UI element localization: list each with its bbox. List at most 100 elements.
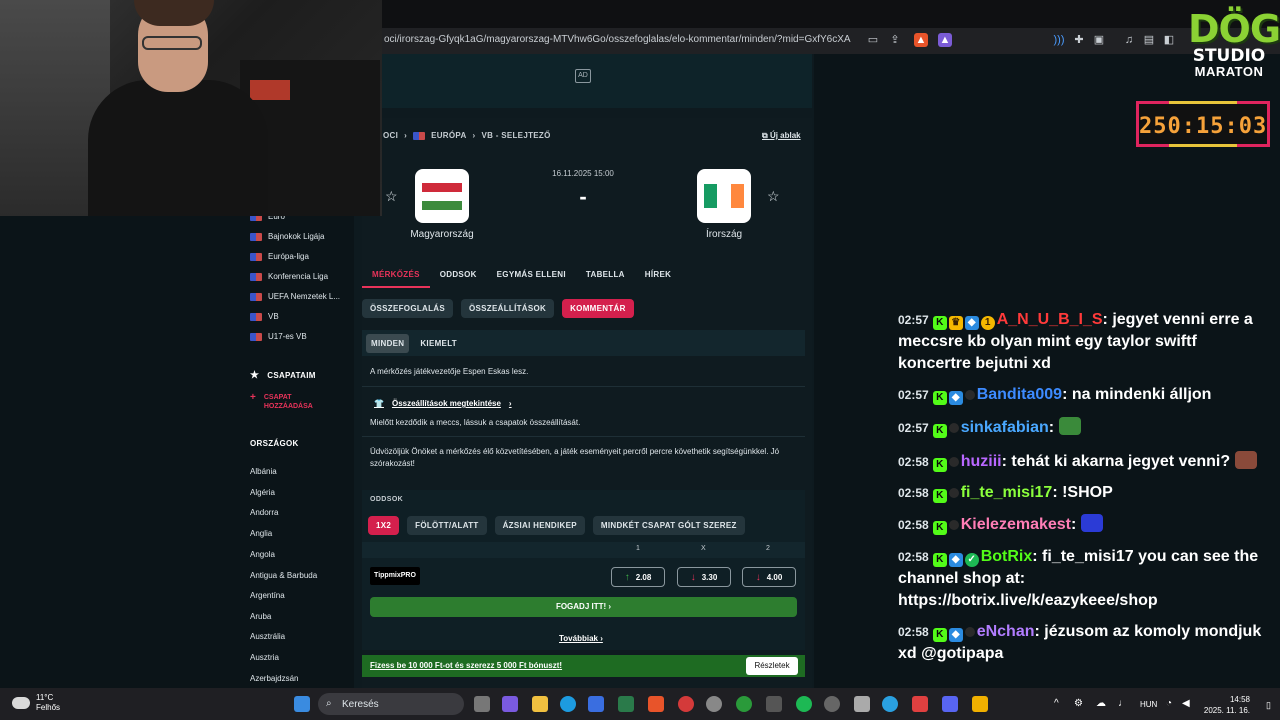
add-team-button[interactable]: + CSAPAT HOZZÁADÁSA bbox=[250, 393, 313, 411]
breadcrumb-item[interactable]: OCI bbox=[383, 131, 398, 140]
odd-away-button[interactable]: ↓ 4.00 bbox=[742, 567, 796, 587]
search-input[interactable] bbox=[318, 693, 464, 715]
nav-league-conference[interactable]: Konferencia Liga bbox=[250, 272, 328, 281]
extensions-icon[interactable]: ✚ bbox=[1072, 33, 1086, 47]
volume-icon[interactable]: ◀ bbox=[1182, 698, 1190, 709]
country-link[interactable]: Andorra bbox=[250, 508, 278, 517]
europe-flag-icon bbox=[250, 272, 262, 281]
obs-icon[interactable] bbox=[824, 696, 840, 712]
home-team-name[interactable]: Magyarország bbox=[400, 229, 484, 240]
country-link[interactable]: Algéria bbox=[250, 488, 275, 497]
cast-icon[interactable]: ▭ bbox=[866, 33, 880, 47]
media-icon[interactable]: ♫ bbox=[1122, 33, 1136, 47]
wifi-icon[interactable]: ◔ bbox=[1166, 698, 1172, 709]
match-date: 16.11.2025 15:00 bbox=[552, 169, 614, 178]
subtab-commentary[interactable]: KOMMENTÁR bbox=[562, 299, 634, 318]
nav-league-europa[interactable]: Európa-liga bbox=[250, 252, 309, 261]
away-team-name[interactable]: Írország bbox=[690, 229, 758, 240]
settings-icon[interactable] bbox=[706, 696, 722, 712]
browser-tab-strip bbox=[382, 0, 1280, 28]
address-bar[interactable]: oci/irorszag-Gfyqk1aG/magyarorszag-MTVhw… bbox=[382, 28, 1280, 54]
tray-icon[interactable]: ⚙ bbox=[1074, 698, 1083, 709]
notification-icon[interactable]: ▯ bbox=[1266, 700, 1271, 711]
country-link[interactable]: Azerbajdzsán bbox=[250, 674, 298, 683]
rockstar-icon[interactable] bbox=[972, 696, 988, 712]
promo-details-button[interactable]: Részletek bbox=[746, 657, 798, 675]
cloud-tray-icon[interactable]: ☁ bbox=[1096, 698, 1106, 709]
tab-table[interactable]: TABELLA bbox=[576, 264, 635, 288]
sub-badge-icon: ◆ bbox=[948, 628, 963, 642]
brave-shield-icon[interactable]: ▲ bbox=[914, 33, 928, 47]
bet-here-button[interactable]: FOGADJ ITT! › bbox=[370, 597, 797, 617]
file-explorer-icon[interactable] bbox=[532, 696, 548, 712]
odds-tab-over-under[interactable]: FÖLÖTT/ALATT bbox=[407, 516, 487, 535]
country-link[interactable]: Anglia bbox=[250, 529, 272, 538]
start-icon[interactable] bbox=[294, 696, 310, 712]
weather-widget[interactable]: 11°C Felhős bbox=[12, 693, 60, 713]
brave-icon[interactable] bbox=[648, 696, 664, 712]
more-odds-link[interactable]: Továbbiak › bbox=[559, 634, 603, 643]
odds-tab-1x2[interactable]: 1X2 bbox=[368, 516, 400, 535]
calculator-icon[interactable] bbox=[854, 696, 870, 712]
odds-tab-btts[interactable]: MINDKÉT CSAPAT GÓLT SZEREZ bbox=[592, 516, 745, 535]
share-icon[interactable]: ⇪ bbox=[888, 33, 902, 47]
tab-news[interactable]: HÍREK bbox=[635, 264, 681, 288]
country-link[interactable]: Angola bbox=[250, 550, 275, 559]
timer-bar bbox=[1169, 101, 1237, 104]
nav-league-nations[interactable]: UEFA Nemzetek L... bbox=[250, 292, 340, 301]
system-clock[interactable]: 14:58 2025. 11. 16. bbox=[1202, 694, 1250, 716]
tab-h2h[interactable]: EGYMÁS ELLENI bbox=[487, 264, 576, 288]
country-link[interactable]: Ausztria bbox=[250, 653, 279, 662]
away-team-logo[interactable] bbox=[697, 169, 751, 223]
reading-list-icon[interactable]: ▤ bbox=[1142, 33, 1156, 47]
app-icon[interactable] bbox=[912, 696, 928, 712]
brave-rewards-icon[interactable]: ▲ bbox=[938, 33, 952, 47]
country-link[interactable]: Antigua & Barbuda bbox=[250, 571, 317, 580]
nav-league-u17[interactable]: U17-es VB bbox=[250, 332, 307, 341]
country-link[interactable]: Aruba bbox=[250, 612, 271, 621]
nav-league-champions[interactable]: Bajnokok Ligája bbox=[250, 232, 324, 241]
filter-highlighted[interactable]: KIEMELT bbox=[415, 334, 462, 353]
favorite-home-star-icon[interactable]: ☆ bbox=[385, 188, 398, 205]
new-window-link[interactable]: ⧉ Új ablak bbox=[762, 131, 801, 141]
excel-icon[interactable] bbox=[618, 696, 634, 712]
odds-tab-asian-handicap[interactable]: ÁZSIAI HENDIKEP bbox=[494, 516, 585, 535]
odd-home-button[interactable]: ↑ 2.08 bbox=[611, 567, 665, 587]
language-indicator[interactable]: HUN bbox=[1140, 700, 1157, 709]
nav-league-vb[interactable]: VB bbox=[250, 312, 279, 321]
breadcrumb-item[interactable]: EURÓPA bbox=[431, 131, 466, 140]
spotify-icon[interactable] bbox=[796, 696, 812, 712]
subtab-lineups[interactable]: ÖSSZEÁLLÍTÁSOK bbox=[461, 299, 555, 318]
lineups-link[interactable]: 👕 Összeállítások megtekintése › bbox=[374, 399, 512, 408]
home-team-logo[interactable] bbox=[415, 169, 469, 223]
audio-playing-icon[interactable]: ))) bbox=[1052, 33, 1066, 47]
edge-icon[interactable] bbox=[560, 696, 576, 712]
favorite-away-star-icon[interactable]: ☆ bbox=[767, 188, 780, 205]
promo-text[interactable]: Fizess be 10 000 Ft-ot és szerezz 5 000 … bbox=[370, 661, 562, 670]
app-icon[interactable] bbox=[678, 696, 694, 712]
telegram-icon[interactable] bbox=[882, 696, 898, 712]
country-link[interactable]: Ausztrália bbox=[250, 632, 285, 641]
task-view-icon[interactable] bbox=[474, 696, 490, 712]
sidebar-icon[interactable]: ◧ bbox=[1162, 33, 1176, 47]
app-icon[interactable] bbox=[766, 696, 782, 712]
screenshot-icon[interactable]: ▣ bbox=[1092, 33, 1106, 47]
breadcrumb-item[interactable]: VB - SELEJTEZŐ bbox=[482, 131, 551, 140]
odd-draw-button[interactable]: ↓ 3.30 bbox=[677, 567, 731, 587]
url-text[interactable]: oci/irorszag-Gfyqk1aG/magyarorszag-MTVhw… bbox=[384, 34, 851, 45]
tab-match[interactable]: MÉRKŐZÉS bbox=[362, 264, 430, 288]
star-icon: ★ bbox=[250, 370, 260, 381]
microphone-icon[interactable]: ♩ bbox=[1118, 698, 1128, 709]
filter-all[interactable]: MINDEN bbox=[366, 334, 410, 353]
copilot-icon[interactable] bbox=[502, 696, 518, 712]
store-icon[interactable] bbox=[588, 696, 604, 712]
country-link[interactable]: Argentína bbox=[250, 591, 285, 600]
bookmaker-logo[interactable]: TippmixPRO bbox=[370, 567, 420, 585]
subtab-summary[interactable]: ÖSSZEFOGLALÁS bbox=[362, 299, 454, 318]
country-link[interactable]: Albánia bbox=[250, 467, 277, 476]
discord-icon[interactable] bbox=[942, 696, 958, 712]
xbox-icon[interactable] bbox=[736, 696, 752, 712]
sub-badge-icon: ◆ bbox=[948, 391, 963, 405]
chevron-up-icon[interactable]: ^ bbox=[1054, 698, 1059, 709]
tab-odds[interactable]: ODDSOK bbox=[430, 264, 487, 288]
